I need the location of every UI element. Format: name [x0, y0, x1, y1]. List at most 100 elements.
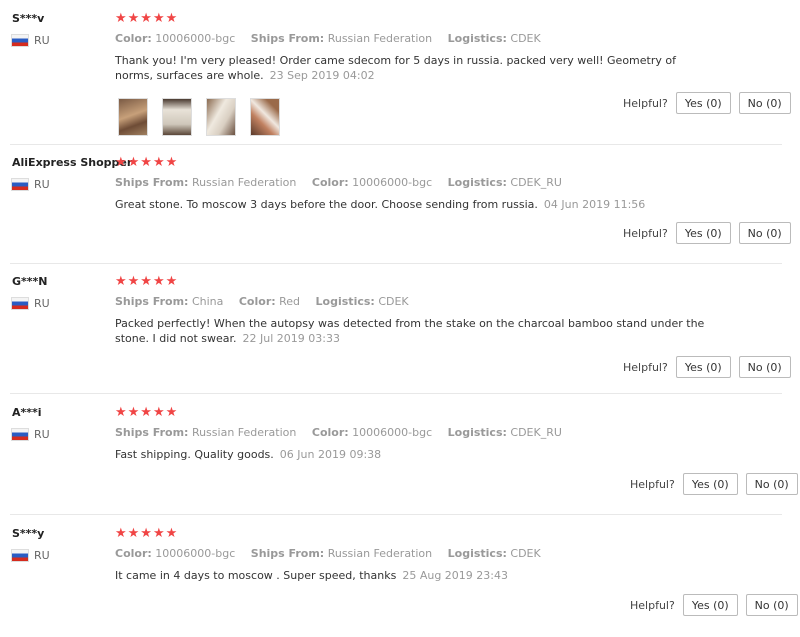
helpful-vote: Helpful? Yes (0) No (0): [623, 356, 791, 378]
russia-flag-icon: [12, 298, 28, 309]
meta-value: Russian Federation: [191, 176, 297, 189]
meta-value: 10006000-bgc: [352, 426, 433, 439]
meta-key: Color:: [115, 32, 152, 45]
review-photos: [118, 98, 280, 136]
star-rating: ★★★★★: [115, 274, 179, 289]
russia-flag-icon: [12, 429, 28, 440]
review-date: 25 Aug 2019 23:43: [402, 569, 508, 582]
helpful-vote: Helpful? Yes (0) No (0): [623, 92, 791, 114]
meta-key: Color:: [311, 176, 349, 189]
review-body: Fast shipping. Quality goods.: [115, 448, 274, 461]
meta-value: CDEK_RU: [510, 426, 562, 439]
meta-value: China: [191, 295, 224, 308]
star-rating: ★★★★★: [115, 155, 179, 170]
meta-value: 10006000-bgc: [155, 32, 236, 45]
meta-key: Color:: [115, 547, 152, 560]
meta-value: CDEK: [378, 295, 409, 308]
meta-key: Ships From:: [115, 426, 189, 439]
helpful-label: Helpful?: [623, 226, 668, 240]
meta-value: 10006000-bgc: [155, 547, 236, 560]
review-meta: Ships From: China Color: Red Logistics: …: [115, 295, 421, 308]
review-body: Thank you! I'm very pleased! Order came …: [115, 54, 676, 82]
review-text: Fast shipping. Quality goods. 06 Jun 2019…: [115, 447, 705, 462]
helpful-yes-button[interactable]: Yes (0): [682, 473, 738, 495]
review-divider: [10, 514, 782, 515]
review-text: Packed perfectly! When the autopsy was d…: [115, 316, 705, 346]
reviewer-country: RU: [12, 428, 50, 441]
meta-key: Ships From:: [250, 32, 325, 45]
review-meta: Ships From: Russian Federation Color: 10…: [115, 426, 574, 439]
reviewer-country: RU: [12, 34, 50, 47]
country-code: RU: [34, 297, 50, 310]
review-date: 22 Jul 2019 03:33: [242, 332, 340, 345]
helpful-yes-button[interactable]: Yes (0): [682, 594, 738, 616]
meta-key: Logistics:: [447, 176, 507, 189]
helpful-no-button[interactable]: No (0): [738, 222, 791, 244]
helpful-label: Helpful?: [623, 96, 668, 110]
russia-flag-icon: [12, 550, 28, 561]
meta-value: Red: [279, 295, 301, 308]
review-body: Packed perfectly! When the autopsy was d…: [115, 317, 705, 345]
review-body: Great stone. To moscow 3 days before the…: [115, 198, 538, 211]
review-divider: [10, 144, 782, 145]
helpful-vote: Helpful? Yes (0) No (0): [630, 473, 798, 495]
meta-key: Logistics:: [447, 426, 507, 439]
meta-key: Logistics:: [315, 295, 375, 308]
helpful-no-button[interactable]: No (0): [745, 473, 798, 495]
meta-value: CDEK_RU: [510, 176, 562, 189]
helpful-yes-button[interactable]: Yes (0): [675, 356, 731, 378]
russia-flag-icon: [12, 179, 28, 190]
review-date: 23 Sep 2019 04:02: [269, 69, 375, 82]
meta-value: Russian Federation: [327, 547, 433, 560]
helpful-yes-button[interactable]: Yes (0): [675, 222, 731, 244]
reviewer-name: A***i: [12, 406, 42, 419]
review-meta: Color: 10006000-bgc Ships From: Russian …: [115, 32, 553, 45]
country-code: RU: [34, 428, 50, 441]
meta-value: CDEK: [510, 32, 541, 45]
helpful-label: Helpful?: [623, 360, 668, 374]
meta-value: CDEK: [510, 547, 541, 560]
reviewer-name: S***y: [12, 527, 45, 540]
meta-key: Color:: [311, 426, 349, 439]
helpful-no-button[interactable]: No (0): [745, 594, 798, 616]
helpful-yes-button[interactable]: Yes (0): [675, 92, 731, 114]
reviewer-name: G***N: [12, 275, 48, 288]
review-meta: Color: 10006000-bgc Ships From: Russian …: [115, 547, 553, 560]
helpful-vote: Helpful? Yes (0) No (0): [630, 594, 798, 616]
reviewer-country: RU: [12, 178, 50, 191]
review-date: 06 Jun 2019 09:38: [279, 448, 382, 461]
meta-value: Russian Federation: [191, 426, 297, 439]
helpful-label: Helpful?: [630, 598, 675, 612]
review-photo-thumbnail[interactable]: [118, 98, 148, 136]
review-text: Great stone. To moscow 3 days before the…: [115, 197, 705, 212]
helpful-no-button[interactable]: No (0): [738, 92, 791, 114]
meta-key: Logistics:: [447, 32, 507, 45]
meta-value: Russian Federation: [327, 32, 433, 45]
helpful-no-button[interactable]: No (0): [738, 356, 791, 378]
country-code: RU: [34, 34, 50, 47]
reviewer-country: RU: [12, 297, 50, 310]
meta-key: Ships From:: [250, 547, 325, 560]
star-rating: ★★★★★: [115, 11, 179, 26]
star-rating: ★★★★★: [115, 526, 179, 541]
meta-key: Ships From:: [115, 176, 189, 189]
star-rating: ★★★★★: [115, 405, 179, 420]
reviewer-name: S***v: [12, 12, 45, 25]
review-body: It came in 4 days to moscow . Super spee…: [115, 569, 397, 582]
meta-key: Logistics:: [447, 547, 507, 560]
review-date: 04 Jun 2019 11:56: [543, 198, 646, 211]
meta-value: 10006000-bgc: [352, 176, 433, 189]
helpful-label: Helpful?: [630, 477, 675, 491]
helpful-vote: Helpful? Yes (0) No (0): [623, 222, 791, 244]
country-code: RU: [34, 178, 50, 191]
review-photo-thumbnail[interactable]: [206, 98, 236, 136]
review-text: Thank you! I'm very pleased! Order came …: [115, 53, 705, 83]
meta-key: Ships From:: [115, 295, 189, 308]
review-photo-thumbnail[interactable]: [250, 98, 280, 136]
review-meta: Ships From: Russian Federation Color: 10…: [115, 176, 574, 189]
review-text: It came in 4 days to moscow . Super spee…: [115, 568, 705, 583]
russia-flag-icon: [12, 35, 28, 46]
meta-key: Color:: [238, 295, 276, 308]
review-divider: [10, 393, 782, 394]
review-photo-thumbnail[interactable]: [162, 98, 192, 136]
